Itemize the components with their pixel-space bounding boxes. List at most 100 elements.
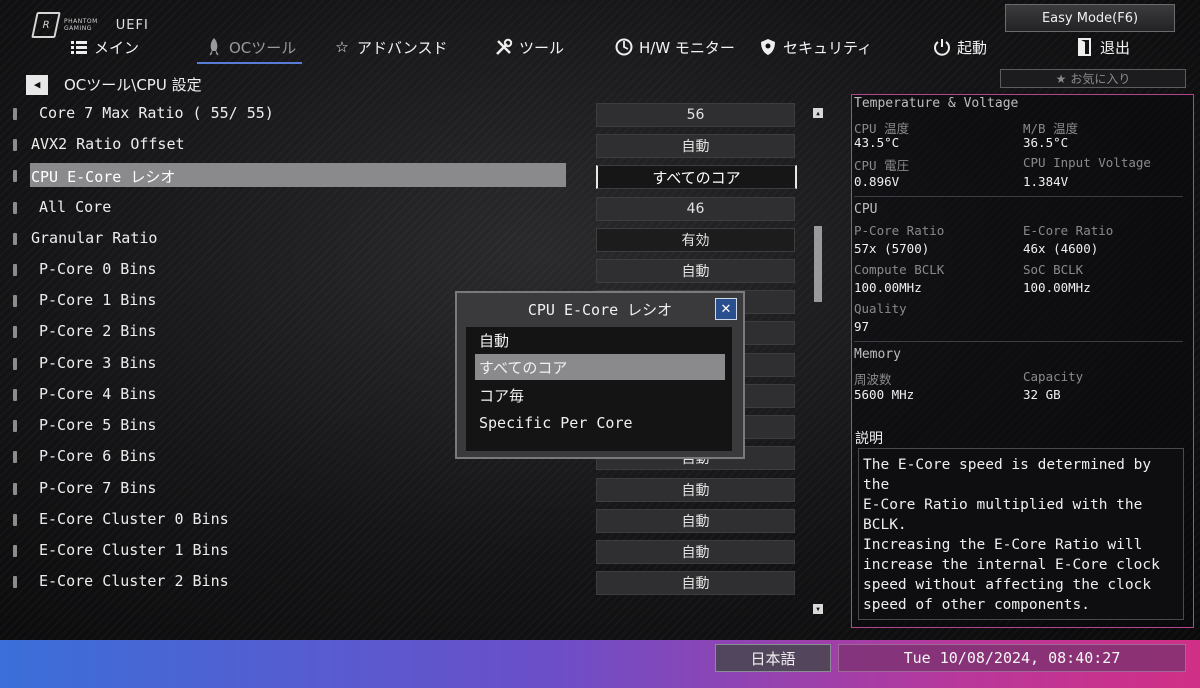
tab-exit-label: 退出	[1100, 38, 1131, 57]
scroll-thumb[interactable]	[814, 226, 822, 302]
compute-bclk-label: Compute BCLK	[854, 262, 945, 277]
tab-tool[interactable]: ツール	[495, 34, 564, 60]
setting-label: P-Core 3 Bins	[39, 354, 157, 372]
shield-icon	[759, 38, 777, 56]
favorites-button[interactable]: ★ お気に入り	[1000, 69, 1186, 88]
description-line: increase the internal E-Core clock	[863, 557, 1160, 573]
tab-boot[interactable]: 起動	[933, 34, 987, 60]
setting-row[interactable]: P-Core 7 Bins 自動	[0, 475, 820, 503]
setting-row[interactable]: AVX2 Ratio Offset 自動	[0, 131, 820, 159]
description-line: speed without affecting the clock	[863, 577, 1152, 593]
cpu-voltage-value: 0.896V	[854, 174, 900, 189]
memory-heading: Memory	[854, 347, 901, 362]
setting-row[interactable]: Granular Ratio 有効	[0, 225, 820, 253]
setting-label: Core 7 Max Ratio ( 55/ 55)	[39, 104, 274, 122]
setting-label: P-Core 2 Bins	[39, 322, 157, 340]
rocket-icon	[205, 38, 223, 56]
setting-label: All Core	[39, 198, 112, 216]
setting-value[interactable]: 56	[596, 103, 795, 127]
setting-value[interactable]: 有効	[596, 228, 795, 252]
tab-main[interactable]: メイン	[70, 34, 139, 60]
tab-tool-label: ツール	[519, 38, 565, 57]
back-arrow-icon[interactable]: ◀	[26, 74, 48, 95]
setting-row[interactable]: E-Core Cluster 1 Bins 自動	[0, 537, 820, 565]
popup-option-all-core[interactable]: すべてのコア	[475, 354, 725, 380]
star-icon: ☆	[335, 38, 349, 56]
settings-scrollbar[interactable]: ▲ ▼	[813, 108, 823, 616]
soc-bclk-label: SoC BCLK	[1023, 262, 1084, 277]
memory-capacity-value: 32 GB	[1023, 387, 1061, 402]
scroll-down-icon[interactable]: ▼	[813, 604, 823, 614]
row-bullet	[13, 326, 17, 338]
setting-value[interactable]: 自動	[596, 509, 795, 533]
setting-value[interactable]: すべてのコア	[596, 165, 797, 189]
tools-icon	[495, 38, 513, 56]
description-heading: 説明	[855, 431, 883, 447]
tab-exit[interactable]: 退出	[1076, 34, 1130, 60]
setting-row[interactable]: Core 7 Max Ratio ( 55/ 55) 56	[0, 100, 820, 128]
easy-mode-button[interactable]: Easy Mode(F6)	[1005, 4, 1175, 32]
setting-value[interactable]: 自動	[596, 259, 795, 283]
setting-label: E-Core Cluster 0 Bins	[39, 510, 229, 528]
setting-label: P-Core 5 Bins	[39, 416, 157, 434]
setting-row[interactable]: All Core 46	[0, 194, 820, 222]
description-line: The E-Core speed is determined by the	[863, 457, 1152, 493]
setting-label: P-Core 4 Bins	[39, 385, 157, 403]
breadcrumb-path: OCツール\CPU 設定	[64, 76, 202, 94]
memory-frequency-label: 周波数	[854, 372, 892, 387]
row-bullet	[13, 264, 17, 276]
tab-oc-tweaker[interactable]: OCツール	[196, 34, 303, 64]
setting-value[interactable]: 自動	[596, 540, 795, 564]
ecore-ratio-label: E-Core Ratio	[1023, 223, 1114, 238]
setting-label: P-Core 0 Bins	[39, 260, 157, 278]
popup-title: CPU E-Core レシオ	[527, 301, 673, 319]
scroll-up-icon[interactable]: ▲	[813, 108, 823, 118]
setting-value[interactable]: 自動	[596, 134, 795, 158]
popup-option-list: 自動 すべてのコア コア毎 Specific Per Core	[466, 327, 732, 451]
setting-value[interactable]: 46	[596, 197, 795, 221]
row-bullet	[13, 545, 17, 557]
description-line: speed of other components.	[863, 597, 1090, 613]
setting-row[interactable]: E-Core Cluster 0 Bins 自動	[0, 506, 820, 534]
tab-hw-monitor[interactable]: H/W モニター	[615, 34, 735, 60]
exit-icon	[1076, 38, 1094, 56]
row-bullet	[13, 108, 17, 120]
tab-security[interactable]: セキュリティ	[759, 34, 872, 60]
uefi-label: UEFI	[115, 17, 149, 33]
row-bullet	[13, 483, 17, 495]
tab-advanced[interactable]: ☆ アドバンスド	[333, 34, 447, 60]
popup-option-per-core[interactable]: コア毎	[475, 382, 725, 408]
cpu-voltage-label: CPU 電圧	[854, 158, 910, 173]
setting-label: P-Core 7 Bins	[39, 479, 157, 497]
row-bullet	[13, 420, 17, 432]
row-bullet	[13, 451, 17, 463]
popup-option-specific-per-core[interactable]: Specific Per Core	[475, 410, 725, 436]
popup-option-auto[interactable]: 自動	[475, 327, 725, 353]
tab-advanced-label: アドバンスド	[357, 38, 448, 57]
row-bullet	[13, 295, 17, 307]
gauge-icon	[615, 38, 633, 56]
close-icon[interactable]: ✕	[715, 298, 737, 320]
soc-bclk-value: 100.00MHz	[1023, 280, 1091, 295]
divider	[854, 341, 1183, 342]
hw-monitor-panel: Temperature & Voltage CPU 温度 43.5°C M/B …	[851, 94, 1194, 628]
setting-value[interactable]: 自動	[596, 571, 795, 595]
language-button[interactable]: 日本語	[715, 644, 831, 672]
tab-hw-monitor-label: H/W モニター	[639, 38, 735, 57]
memory-capacity-label: Capacity	[1023, 369, 1084, 384]
setting-row-selected[interactable]: CPU E-Core レシオ すべてのコア	[0, 162, 820, 190]
tab-security-label: セキュリティ	[783, 38, 873, 57]
description-line: Increasing the E-Core Ratio will	[863, 537, 1143, 553]
star-icon: ★	[1055, 71, 1067, 86]
row-bullet	[13, 389, 17, 401]
row-bullet	[13, 233, 17, 245]
row-bullet	[13, 576, 17, 588]
setting-row[interactable]: E-Core Cluster 2 Bins 自動	[0, 568, 820, 596]
cpu-temp-value: 43.5°C	[854, 135, 900, 150]
row-bullet	[13, 358, 17, 370]
quality-value: 97	[854, 319, 870, 334]
ecore-ratio-value: 46x (4600)	[1023, 241, 1099, 256]
setting-value[interactable]: 自動	[596, 478, 795, 502]
setting-row[interactable]: P-Core 0 Bins 自動	[0, 256, 820, 284]
power-icon	[933, 38, 951, 56]
